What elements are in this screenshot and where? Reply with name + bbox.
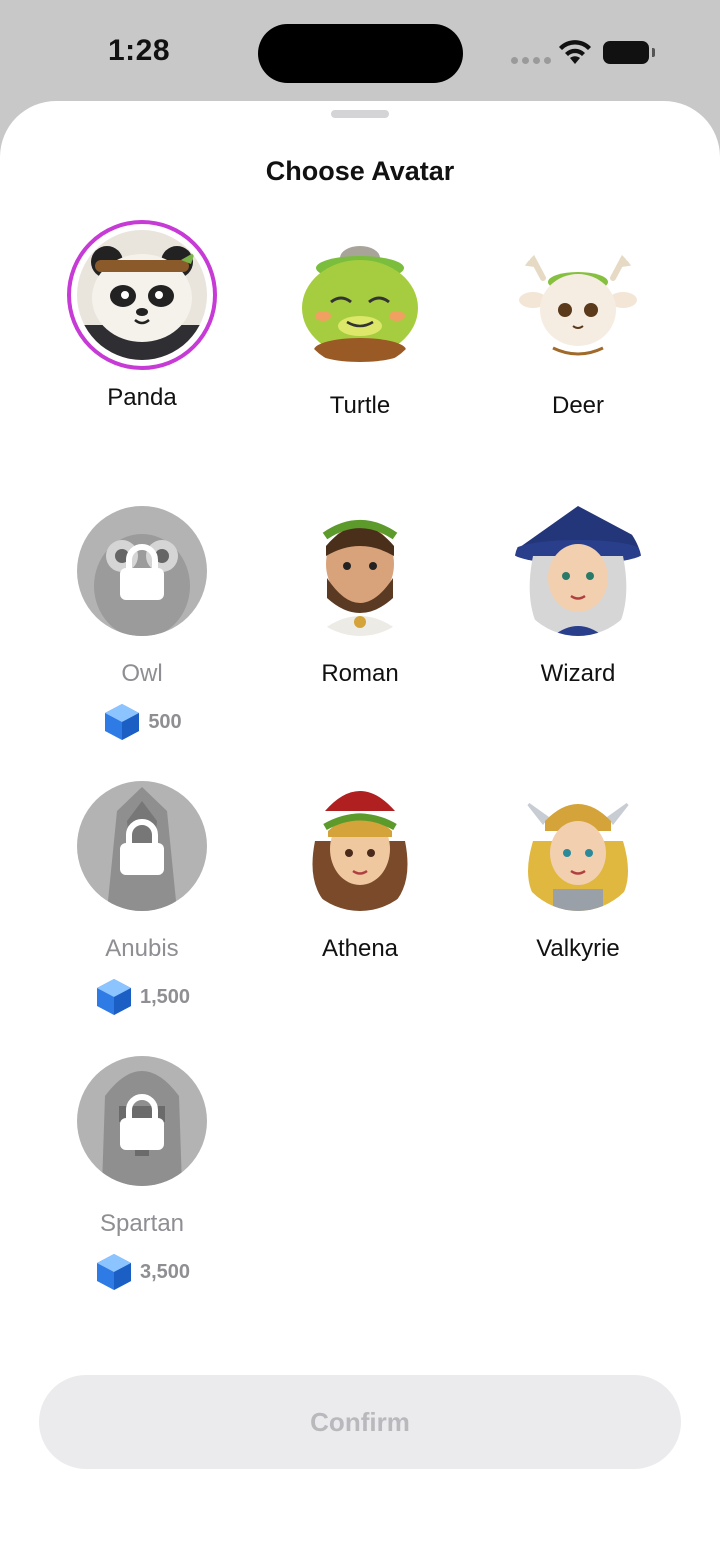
roman-avatar (295, 506, 425, 636)
panda-avatar (77, 230, 207, 360)
confirm-button[interactable]: Confirm (39, 1375, 681, 1469)
wifi-icon (559, 40, 591, 64)
deer-avatar (513, 238, 643, 368)
avatar-name: Panda (107, 384, 177, 411)
avatar-price: 500 (32, 702, 252, 742)
avatar-name: Owl (121, 660, 163, 687)
avatar-name: Wizard (540, 660, 616, 687)
sheet-title: Choose Avatar (265, 156, 455, 186)
avatar-sheet: Choose Avatar Panda Turtle Deer Owl 500 … (0, 101, 720, 1565)
gem-icon (96, 979, 131, 1015)
lock-icon (120, 544, 164, 600)
status-time: 1:28 (108, 34, 171, 67)
avatar-name: Spartan (99, 1210, 185, 1237)
valkyrie-avatar (513, 781, 643, 911)
avatar-name: Deer (551, 392, 605, 419)
avatar-name: Turtle (329, 392, 391, 419)
status-bar: 1:28 (0, 0, 720, 100)
athena-avatar (295, 781, 425, 911)
gem-icon (105, 704, 140, 740)
battery-icon (603, 41, 655, 64)
avatar-name: Roman (321, 660, 399, 687)
gem-icon (96, 1254, 131, 1290)
avatar-price: 1,500 (32, 977, 252, 1017)
dynamic-island (258, 24, 463, 83)
lock-icon (120, 819, 164, 875)
avatar-price: 3,500 (32, 1252, 252, 1292)
turtle-avatar (295, 238, 425, 368)
avatar-name: Athena (321, 935, 399, 962)
avatar-name: Valkyrie (536, 935, 620, 962)
lock-icon (120, 1094, 164, 1150)
cellular-signal-icon (511, 57, 551, 64)
wizard-avatar (513, 506, 643, 636)
sheet-grabber[interactable] (331, 110, 389, 118)
avatar-name: Anubis (105, 935, 179, 962)
